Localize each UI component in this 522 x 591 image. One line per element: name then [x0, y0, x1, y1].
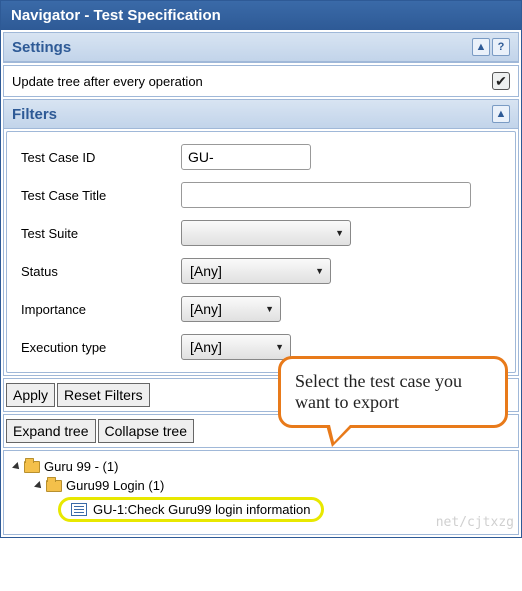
- tree-child-label: Guru99 Login (1): [66, 478, 164, 493]
- test-case-title-label: Test Case Title: [21, 188, 181, 203]
- reset-filters-button[interactable]: Reset Filters: [57, 383, 150, 407]
- settings-row: Update tree after every operation ✔: [4, 66, 518, 96]
- status-select[interactable]: [Any]: [181, 258, 331, 284]
- expand-tree-button[interactable]: Expand tree: [6, 419, 96, 443]
- tree-panel: Select the test case you want to export …: [3, 450, 519, 535]
- filters-collapse-icon[interactable]: ▲: [492, 105, 510, 123]
- update-tree-checkbox[interactable]: ✔: [492, 72, 510, 90]
- callout-text: Select the test case you want to export: [295, 371, 462, 412]
- apply-button[interactable]: Apply: [6, 383, 55, 407]
- testcase-icon: [71, 503, 87, 516]
- collapse-tree-button[interactable]: Collapse tree: [98, 419, 195, 443]
- navigator-frame: Navigator - Test Specification Settings …: [0, 0, 522, 538]
- test-case-id-label: Test Case ID: [21, 150, 181, 165]
- settings-collapse-icon[interactable]: ▲: [472, 38, 490, 56]
- settings-body-panel: Update tree after every operation ✔: [3, 65, 519, 97]
- folder-icon: [24, 461, 40, 473]
- filters-header[interactable]: Filters ▲: [4, 100, 518, 129]
- window-title: Navigator - Test Specification: [1, 1, 521, 30]
- execution-type-label: Execution type: [21, 340, 181, 355]
- settings-help-icon[interactable]: ?: [492, 38, 510, 56]
- status-label: Status: [21, 264, 181, 279]
- settings-header-label: Settings: [12, 39, 71, 56]
- importance-select[interactable]: [Any]: [181, 296, 281, 322]
- callout-tail-icon: [326, 425, 354, 447]
- tree-root-row[interactable]: Guru 99 - (1): [14, 457, 508, 476]
- test-case-id-input[interactable]: [181, 144, 311, 170]
- selected-test-case[interactable]: GU-1:Check Guru99 login information: [58, 497, 324, 522]
- settings-panel: Settings ▲ ?: [3, 32, 519, 63]
- tree-leaf-row[interactable]: GU-1:Check Guru99 login information: [14, 495, 508, 524]
- filters-panel: Filters ▲ Test Case ID Test Case Title T…: [3, 99, 519, 376]
- test-suite-label: Test Suite: [21, 226, 181, 241]
- watermark: net/cjtxzg: [436, 515, 514, 530]
- importance-label: Importance: [21, 302, 181, 317]
- test-case-title-input[interactable]: [181, 182, 471, 208]
- update-tree-label: Update tree after every operation: [12, 74, 203, 89]
- test-suite-select[interactable]: [181, 220, 351, 246]
- filters-form: Test Case ID Test Case Title Test Suite …: [6, 131, 516, 373]
- annotation-callout: Select the test case you want to export: [278, 356, 508, 428]
- tree-child-row[interactable]: Guru99 Login (1): [14, 476, 508, 495]
- execution-type-select[interactable]: [Any]: [181, 334, 291, 360]
- folder-icon: [46, 480, 62, 492]
- tree-toggle-icon[interactable]: [12, 462, 22, 472]
- tree-leaf-label: GU-1:Check Guru99 login information: [93, 502, 311, 517]
- tree-root-label: Guru 99 - (1): [44, 459, 118, 474]
- filters-header-label: Filters: [12, 106, 57, 123]
- settings-header[interactable]: Settings ▲ ?: [4, 33, 518, 62]
- tree-toggle-icon[interactable]: [34, 481, 44, 491]
